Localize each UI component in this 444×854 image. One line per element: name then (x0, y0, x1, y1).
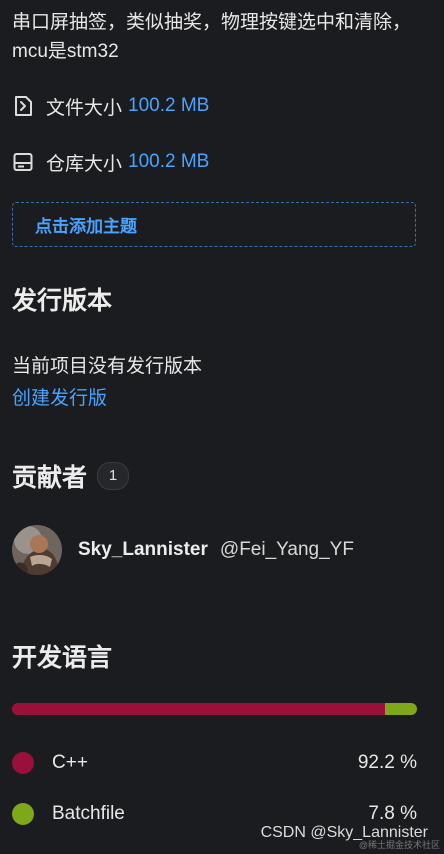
language-name: Batchfile (52, 803, 125, 824)
file-size-row: 文件大小 100.2 MB (12, 92, 209, 120)
contributors-heading-text: 贡献者 (12, 464, 88, 492)
database-icon (12, 151, 34, 173)
contributor-name[interactable]: Sky_Lannister (78, 539, 208, 561)
contributors-count-badge: 1 (97, 462, 130, 491)
language-percent: 92.2 % (357, 752, 417, 773)
contributor-handle: @Fei_Yang_YF (219, 539, 354, 560)
file-size-value: 100.2 MB (128, 95, 210, 116)
file-size-label: 文件大小 (46, 97, 123, 119)
contributor-item: Sky_Lannister @Fei_Yang_YF (12, 524, 354, 576)
repo-size-label: 仓库大小 (46, 153, 123, 175)
contributors-heading: 贡献者 1 (12, 458, 130, 494)
language-row-cpp: C++ 92.2 % (12, 748, 417, 778)
file-zip-icon (12, 95, 34, 117)
repo-description: 串口屏抽签，类似抽奖，物理按键选中和清除，mcu是stm32 (12, 12, 412, 62)
language-dot-cpp (12, 752, 34, 774)
language-bar-segment-cpp (12, 703, 386, 715)
releases-empty-text: 当前项目没有发行版本 (12, 356, 203, 377)
add-topic-button[interactable]: 点击添加主题 (12, 202, 416, 247)
repo-size-row: 仓库大小 100.2 MB (12, 148, 209, 176)
releases-heading: 发行版本 (12, 287, 113, 315)
repo-sidebar: 串口屏抽签，类似抽奖，物理按键选中和清除，mcu是stm32 文件大小 100.… (12, 0, 418, 854)
languages-heading: 开发语言 (12, 644, 113, 672)
language-dot-batchfile (12, 803, 34, 825)
language-bar (12, 703, 417, 715)
create-release-link[interactable]: 创建发行版 (12, 383, 107, 410)
repo-size-value: 100.2 MB (128, 151, 210, 172)
avatar[interactable] (12, 525, 62, 575)
language-percent: 7.8 % (368, 803, 417, 824)
juejin-watermark: @稀土掘金技术社区 (358, 840, 440, 850)
language-name: C++ (52, 752, 88, 773)
language-bar-segment-batchfile (385, 703, 417, 715)
